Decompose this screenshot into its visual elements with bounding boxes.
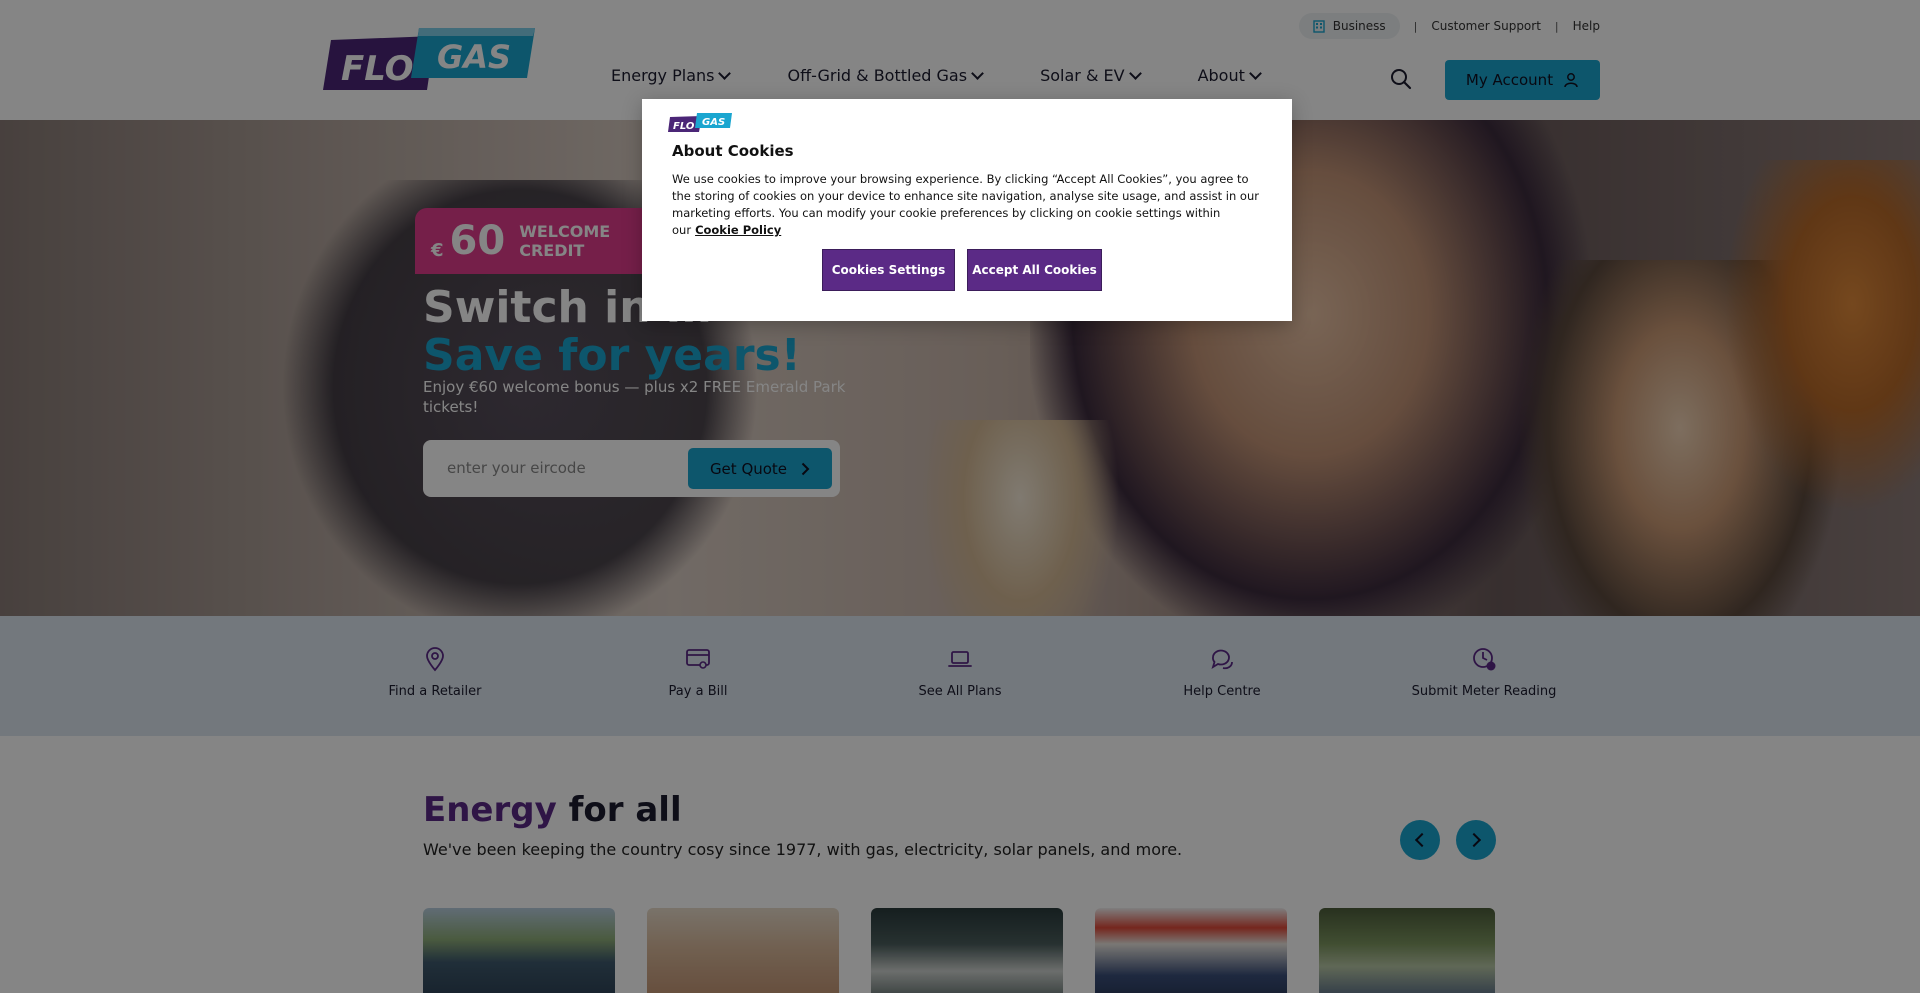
cookie-modal-body: We use cookies to improve your browsing … [672,171,1262,239]
cookie-modal: FLO GAS About Cookies We use cookies to … [642,99,1292,321]
cookie-modal-title: About Cookies [672,142,794,160]
logo-text-flo: FLO [673,121,695,132]
cookie-policy-link[interactable]: Cookie Policy [695,223,781,237]
logo-text-gas: GAS [702,117,725,128]
cookies-settings-button[interactable]: Cookies Settings [822,249,955,291]
flogas-logo: FLO GAS [668,113,732,132]
accept-all-cookies-button[interactable]: Accept All Cookies [967,249,1102,291]
